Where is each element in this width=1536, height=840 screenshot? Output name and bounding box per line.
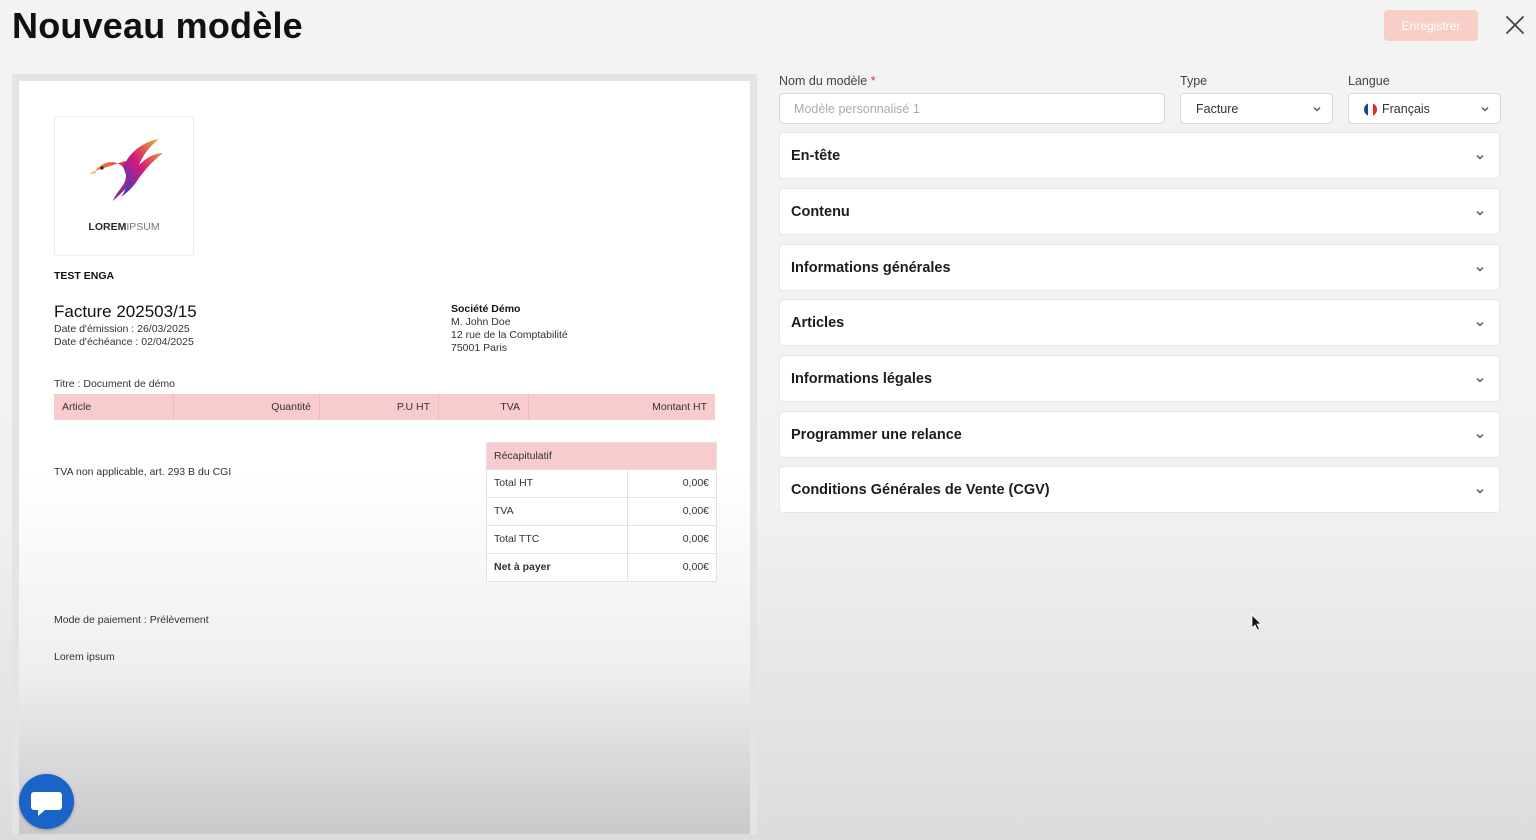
page-title: Nouveau modèle	[12, 5, 303, 46]
recap-label: Net à payer	[487, 554, 628, 581]
client-name: Société Démo	[451, 303, 521, 315]
section-informations-legales[interactable]: Informations légales	[779, 355, 1500, 402]
invoice-sheet: LOREMIPSUM TEST ENGA Facture 202503/15 D…	[19, 81, 750, 834]
section-programmer-relance[interactable]: Programmer une relance	[779, 411, 1500, 458]
recap-title: Récapitulatif	[487, 443, 716, 470]
invoice-preview-panel: LOREMIPSUM TEST ENGA Facture 202503/15 D…	[12, 74, 757, 834]
section-en-tete[interactable]: En-tête	[779, 132, 1500, 179]
name-label: Nom du modèle *	[779, 74, 876, 88]
vat-note: TVA non applicable, art. 293 B du CGI	[54, 466, 232, 478]
table-row: Total TTC 0,00€	[487, 526, 716, 554]
table-row: Total HT 0,00€	[487, 470, 716, 498]
due-date: Date d'échéance : 02/04/2025	[54, 336, 194, 348]
chevron-down-icon	[1476, 489, 1484, 494]
recap-value: 0,00€	[682, 561, 709, 573]
document-subject: Titre : Document de démo	[54, 378, 175, 390]
col-article: Article	[54, 394, 174, 420]
chevron-down-icon	[1481, 107, 1489, 112]
col-vat: TVA	[439, 394, 529, 420]
logo-wordmark: LOREMIPSUM	[88, 221, 160, 233]
mouse-cursor-icon	[1251, 614, 1262, 631]
section-title: Informations légales	[791, 371, 933, 387]
issue-date: Date d'émission : 26/03/2025	[54, 323, 190, 335]
type-select-value: Facture	[1196, 102, 1239, 116]
footer-text: Lorem ipsum	[54, 651, 115, 663]
language-select-value: Français	[1382, 102, 1430, 116]
col-quantity: Quantité	[174, 394, 320, 420]
template-name-input[interactable]	[779, 93, 1165, 124]
chevron-down-icon	[1476, 378, 1484, 383]
section-title: Articles	[791, 315, 845, 331]
close-icon	[1506, 16, 1524, 34]
type-label: Type	[1180, 74, 1208, 88]
company-name: TEST ENGA	[54, 270, 115, 282]
close-button[interactable]	[1503, 13, 1527, 37]
payment-mode: Mode de paiement : Prélèvement	[54, 614, 209, 626]
bird-logo-icon	[89, 139, 163, 201]
section-title: En-tête	[791, 148, 841, 164]
chevron-down-icon	[1476, 211, 1484, 216]
items-table-header: Article Quantité P.U HT TVA Montant HT	[54, 394, 715, 420]
recap-value: 0,00€	[682, 533, 709, 545]
chevron-down-icon	[1476, 267, 1484, 272]
client-city: 75001 Paris	[451, 342, 508, 354]
recap-label: Total TTC	[487, 526, 628, 553]
type-select[interactable]: Facture	[1180, 93, 1333, 124]
save-button[interactable]: Enregistrer	[1384, 10, 1478, 41]
company-logo: LOREMIPSUM	[54, 116, 194, 256]
table-row: TVA 0,00€	[487, 498, 716, 526]
language-select[interactable]: Français	[1348, 93, 1501, 124]
col-amount: Montant HT	[652, 401, 707, 413]
col-unit-price: P.U HT	[320, 394, 439, 420]
recap-label: Total HT	[487, 470, 628, 497]
section-informations-generales[interactable]: Informations générales	[779, 244, 1500, 291]
client-contact: M. John Doe	[451, 316, 511, 328]
recap-table: Récapitulatif Total HT 0,00€ TVA 0,00€ T…	[486, 442, 717, 582]
recap-label: TVA	[487, 498, 628, 525]
required-marker: *	[870, 74, 876, 88]
section-title: Contenu	[791, 204, 850, 220]
chevron-down-icon	[1476, 322, 1484, 327]
section-title: Conditions Générales de Vente (CGV)	[791, 482, 1050, 498]
section-title: Informations générales	[791, 260, 951, 276]
section-articles[interactable]: Articles	[779, 299, 1500, 346]
chevron-down-icon	[1476, 155, 1484, 160]
chat-bubble-icon	[31, 792, 62, 816]
france-flag-icon	[1364, 103, 1377, 116]
chevron-down-icon	[1476, 434, 1484, 439]
language-label: Langue	[1348, 74, 1390, 88]
section-cgv[interactable]: Conditions Générales de Vente (CGV)	[779, 466, 1500, 513]
recap-value: 0,00€	[682, 505, 709, 517]
header-bar: Nouveau modèle Enregistrer	[0, 0, 1536, 56]
invoice-title: Facture 202503/15	[54, 302, 197, 321]
chat-support-button[interactable]	[19, 774, 74, 829]
recap-value: 0,00€	[682, 477, 709, 489]
section-title: Programmer une relance	[791, 427, 962, 443]
chevron-down-icon	[1313, 107, 1321, 112]
client-address: 12 rue de la Comptabilité	[451, 329, 568, 341]
section-contenu[interactable]: Contenu	[779, 188, 1500, 235]
table-row: Net à payer 0,00€	[487, 554, 716, 581]
